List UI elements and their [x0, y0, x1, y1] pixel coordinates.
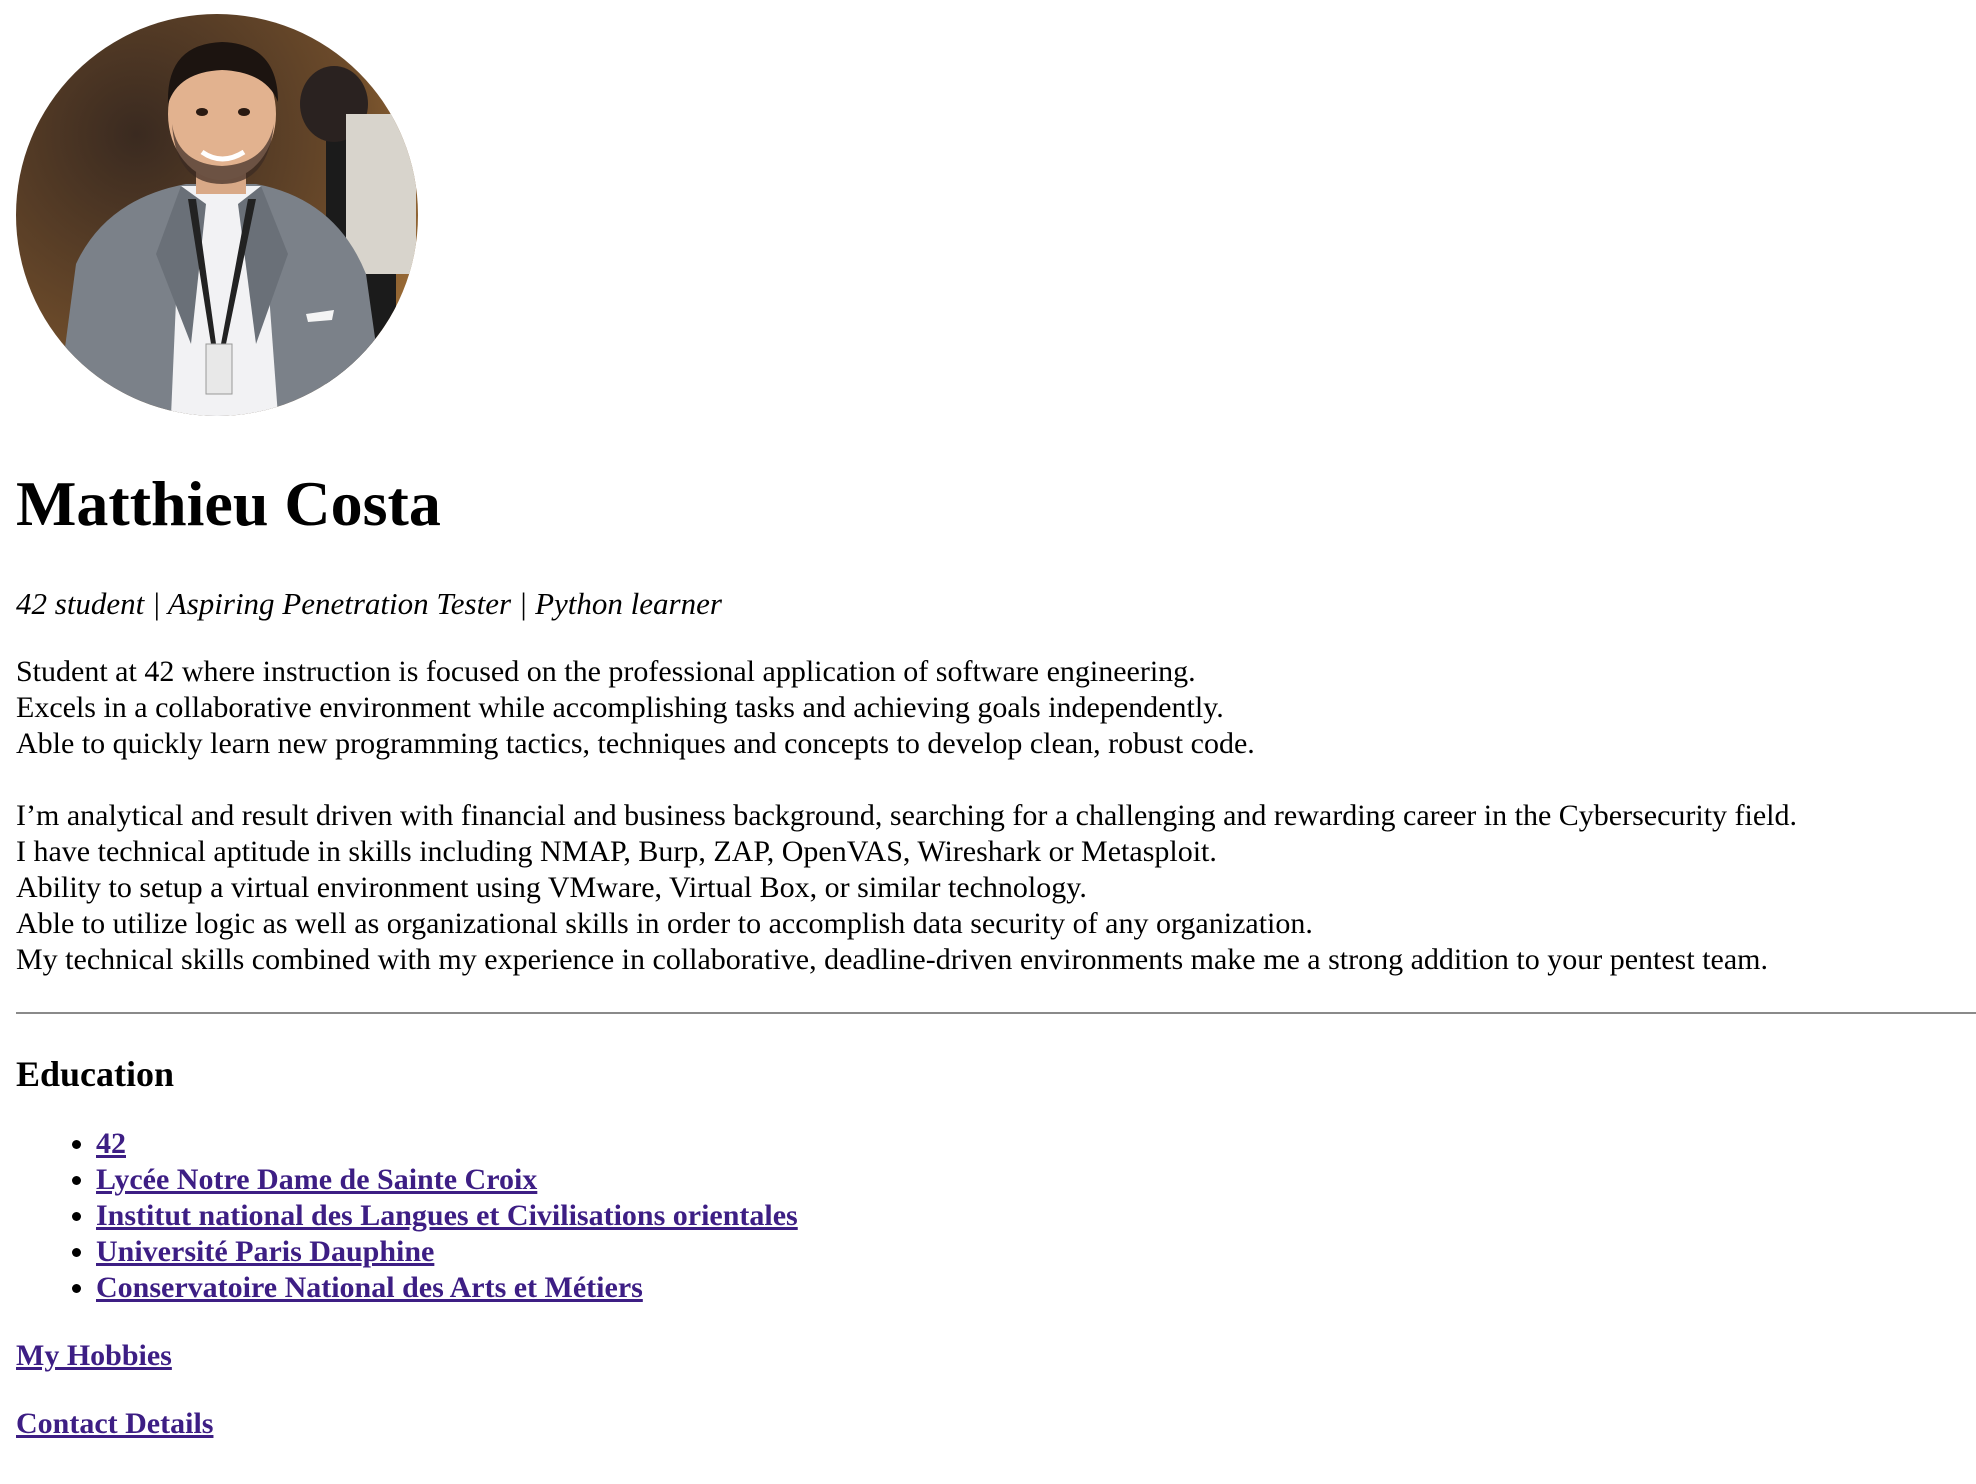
profile-tagline: 42 student | Aspiring Penetration Tester…	[16, 586, 722, 621]
summary-spacer	[16, 762, 1976, 798]
education-link-inalco[interactable]: Institut national des Langues et Civilis…	[96, 1199, 798, 1232]
summary-line: Able to utilize logic as well as organiz…	[16, 906, 1313, 940]
summary-line: Able to quickly learn new programming ta…	[16, 726, 1255, 760]
education-item: Lycée Notre Dame de Sainte Croix	[96, 1162, 1976, 1198]
hobbies-link[interactable]: My Hobbies	[16, 1339, 172, 1372]
education-heading: Education	[16, 1053, 175, 1094]
summary-line: I’m analytical and result driven with fi…	[16, 798, 1798, 832]
education-link-dauphine[interactable]: Université Paris Dauphine	[96, 1235, 434, 1268]
education-link-lycee[interactable]: Lycée Notre Dame de Sainte Croix	[96, 1163, 537, 1196]
summary-line: I have technical aptitude in skills incl…	[16, 834, 1217, 868]
education-link-42[interactable]: 42	[96, 1127, 126, 1160]
education-item: Conservatoire National des Arts et Métie…	[96, 1270, 1976, 1306]
contact-link[interactable]: Contact Details	[16, 1407, 213, 1440]
profile-photo	[16, 14, 418, 416]
summary-line: Ability to setup a virtual environment u…	[16, 870, 1087, 904]
education-list: 42 Lycée Notre Dame de Sainte Croix Inst…	[16, 1126, 1976, 1306]
person-photo-icon	[16, 14, 418, 416]
education-link-cnam[interactable]: Conservatoire National des Arts et Métie…	[96, 1271, 643, 1304]
summary-line: Excels in a collaborative environment wh…	[16, 690, 1224, 724]
summary-line: Student at 42 where instruction is focus…	[16, 654, 1196, 688]
profile-name: Matthieu Costa	[16, 468, 441, 539]
contact-row: Contact Details	[16, 1406, 1976, 1442]
education-item: 42	[96, 1126, 1976, 1162]
summary: Student at 42 where instruction is focus…	[16, 654, 1976, 978]
education-item: Institut national des Langues et Civilis…	[96, 1198, 1976, 1234]
summary-line: My technical skills combined with my exp…	[16, 942, 1768, 976]
education-item: Université Paris Dauphine	[96, 1234, 1976, 1270]
hobbies-row: My Hobbies	[16, 1338, 1976, 1374]
divider	[16, 1011, 1976, 1014]
resume-page: Matthieu Costa 42 student | Aspiring Pen…	[0, 0, 1976, 1442]
